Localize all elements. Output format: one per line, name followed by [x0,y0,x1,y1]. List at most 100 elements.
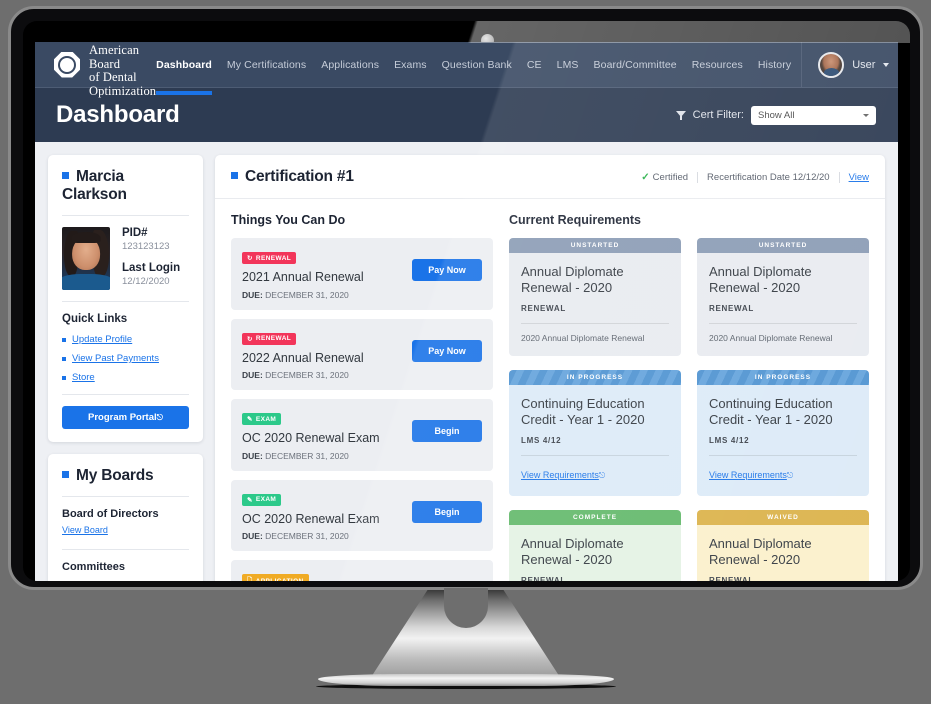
nav-item-lms[interactable]: LMS [557,42,579,87]
board-item: Board of Directors View Board [62,508,189,538]
nav-item-history[interactable]: History [758,42,791,87]
todo-card: ✎ EXAM OC 2020 Renewal Exam DUE: DECEMBER… [231,399,493,471]
requirement-card[interactable]: IN PROGRESS Continuing Education Credit … [697,370,869,496]
badge-label: EXAM [255,496,277,503]
requirement-subtype: LMS 4/12 [709,436,750,445]
quick-links-title: Quick Links [62,313,128,325]
profile-card: Marcia Clarkson PID# 123123123 Last Logi… [48,155,203,442]
status-badge: UNSTARTED [509,238,681,253]
app-screen: The American Board of Dental Optimizatio… [35,42,898,581]
pay-now-button[interactable]: Pay Now [412,259,482,281]
todo-card: ✎ EXAM OC 2020 Renewal Exam DUE: DECEMBER… [231,479,493,551]
user-menu[interactable]: User [801,42,898,87]
refresh-icon: ↻ [247,335,253,343]
todo-due: DUE: DECEMBER 31, 2020 [242,290,364,300]
divider [62,215,189,216]
view-board-link[interactable]: View Board [62,525,108,535]
requirement-card[interactable]: COMPLETE Annual Diplomate Renewal - 2020… [509,510,681,581]
nav-item-board-committee[interactable]: Board/Committee [594,42,677,87]
requirements-section-title: Current Requirements [509,213,641,227]
certification-body: Things You Can Do ↻ RENEWAL 2021 Annual R… [215,199,885,581]
requirement-subtype: RENEWAL [521,576,566,581]
certification-header: Certification #1 ✓ Certified Recertificat… [215,155,885,199]
left-sidebar: Marcia Clarkson PID# 123123123 Last Logi… [48,155,203,581]
nav-item-exams[interactable]: Exams [394,42,427,87]
nav-item-ce[interactable]: CE [527,42,542,87]
certification-status: Certified [652,171,689,183]
brand-logo[interactable]: The American Board of Dental Optimizatio… [35,42,156,98]
todo-due-label: DUE: [242,289,263,300]
nav-item-my-certifications[interactable]: My Certifications [227,42,306,87]
view-requirements-link[interactable]: View Requirements ⎋ [709,470,793,480]
square-bullet-icon [62,471,69,478]
todo-info: ✎ EXAM OC 2020 Renewal Exam DUE: DECEMBER… [242,489,380,541]
todo-card: ↻ RENEWAL 2022 Annual Renewal DUE: DECEMB… [231,318,493,390]
square-bullet-icon [62,375,66,380]
requirement-card[interactable]: IN PROGRESS Continuing Education Credit … [509,370,681,496]
my-boards-title-row: My Boards [62,467,189,485]
square-bullet-icon [231,172,238,179]
funnel-icon [675,110,686,120]
todo-title: OC 2020 Renewal Exam [242,431,380,445]
requirement-card[interactable]: UNSTARTED Annual Diplomate Renewal - 202… [509,238,681,356]
external-link-icon: ⎋ [598,471,606,480]
profile-name: Marcia Clarkson [62,168,127,203]
program-portal-button[interactable]: Program Portal ⎋ [62,406,189,429]
list-item[interactable]: Update Profile [62,334,189,345]
requirement-title: Continuing Education Credit - Year 1 - 2… [521,396,645,427]
nav-item-resources[interactable]: Resources [692,42,743,87]
divider [62,394,189,395]
requirement-card[interactable]: UNSTARTED Annual Diplomate Renewal - 202… [697,238,869,356]
requirement-title: Annual Diplomate Renewal - 2020 [709,536,812,567]
quick-link-update-profile[interactable]: Update Profile [72,334,132,345]
view-requirements-link[interactable]: View Requirements ⎋ [521,470,605,480]
begin-button[interactable]: Begin [412,420,482,442]
certification-view-link[interactable]: View [849,172,869,183]
list-item[interactable]: View Past Payments [62,353,189,364]
nav-item-question-bank[interactable]: Question Bank [442,42,512,87]
nav-item-applications[interactable]: Applications [321,42,379,87]
badge-label: APPLICATION [256,578,304,581]
todo-due-value: DECEMBER 31, 2020 [265,289,349,300]
cert-filter-select[interactable]: Show All [751,105,876,125]
requirement-card[interactable]: WAIVED Annual Diplomate Renewal - 2020 R… [697,510,869,581]
requirement-body: Annual Diplomate Renewal - 2020 RENEWAL … [697,253,869,356]
pencil-icon: ✎ [247,496,253,504]
nav-item-dashboard[interactable]: Dashboard [156,42,212,95]
certification-title-row: Certification #1 [231,168,354,186]
quick-links-list: Update Profile View Past Payments Store [62,334,189,383]
quick-link-view-past-payments[interactable]: View Past Payments [72,353,159,364]
pid-label: PID# [122,227,148,239]
nav-links: Dashboard My Certifications Applications… [156,42,791,95]
page-header: Dashboard Cert Filter: Show All [35,88,898,142]
square-bullet-icon [62,172,69,179]
requirement-subtype: RENEWAL [521,304,566,313]
divider [697,171,699,183]
divider [62,301,189,302]
committees-label: Committees [62,561,125,573]
view-requirements-label: View Requirements [709,470,787,480]
divider [521,323,669,324]
square-bullet-icon [62,356,66,361]
begin-button[interactable]: Begin [412,500,482,523]
pay-now-button[interactable]: Pay Now [412,339,482,362]
requirement-body: Continuing Education Credit - Year 1 - 2… [509,385,681,496]
requirement-title: Annual Diplomate Renewal - 2020 [709,264,812,295]
chevron-down-icon [863,113,869,117]
todo-info: 🗋APPLICATION CAQ - Head and Neck Oncolog… [242,569,392,581]
things-you-can-do-section: Things You Can Do ↻ RENEWAL 2021 Annual R… [231,213,493,581]
badge-label: RENEWAL [255,254,292,262]
quick-link-store[interactable]: Store [72,372,95,383]
certification-panel-column: Certification #1 ✓ Certified Recertificat… [215,155,885,581]
todo-due-value: DECEMBER 31, 2020 [265,370,349,380]
todo-card: 🗋APPLICATION CAQ - Head and Neck Oncolog… [231,560,493,581]
refresh-icon: ↻ [247,255,253,262]
cert-filter-label: Cert Filter: [692,109,744,121]
todo-info: ↻ RENEWAL 2022 Annual Renewal DUE: DECEMB… [242,328,364,380]
todo-title: OC 2020 Renewal Exam [242,511,380,526]
list-item[interactable]: Store [62,372,189,383]
monitor-screen-inner: The American Board of Dental Optimizatio… [23,21,910,581]
view-requirements-label: View Requirements [521,470,599,480]
todo-info: ↻ RENEWAL 2021 Annual Renewal DUE: DECEMB… [242,247,364,300]
certification-title: Certification #1 [245,168,354,185]
